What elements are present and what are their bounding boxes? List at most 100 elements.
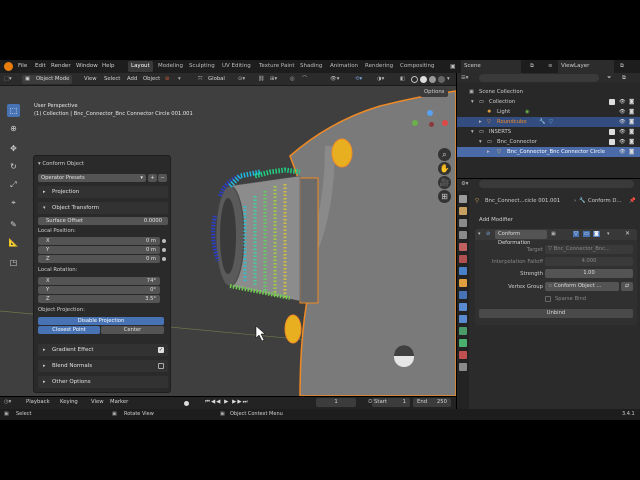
new-collection-icon[interactable]: ⧉	[622, 73, 626, 83]
add-preset-icon[interactable]: +	[148, 174, 157, 182]
render-camera-icon[interactable]: ◙	[629, 147, 634, 157]
outliner-row-scene-collection[interactable]: ▣ Scene Collection	[457, 87, 640, 97]
invert-vertex-group-icon[interactable]: ⇄	[621, 282, 633, 291]
camera-view-icon[interactable]: 🎥	[438, 176, 451, 189]
outliner-search-input[interactable]	[479, 74, 599, 82]
target-field[interactable]: ▽ Bnc_Connector_Bnc...	[545, 245, 633, 254]
world-tab-icon[interactable]	[459, 255, 467, 263]
gizmo-y-axis[interactable]	[412, 120, 418, 126]
conform-addon-icon[interactable]: ⊘	[165, 75, 169, 84]
disclosure-icon[interactable]: ▸	[487, 147, 490, 157]
editor-type-icon[interactable]: ⬚▾	[4, 75, 12, 84]
outliner-row-bnc-circle[interactable]: ▸ ▽ Bnc_Connector_Bnc Connector Circle 0…	[457, 147, 640, 157]
outliner-editor-icon[interactable]: ☰▾	[461, 73, 468, 83]
visibility-eye-icon[interactable]: 👁	[619, 137, 626, 147]
transform-orientation-selector[interactable]: Global	[208, 75, 225, 84]
annotate-icon[interactable]: ✎	[7, 218, 20, 231]
menu-marker[interactable]: Marker	[110, 398, 128, 407]
menu-help[interactable]: Help	[102, 60, 115, 73]
tab-modeling[interactable]: Modeling	[155, 61, 186, 72]
collection-tab-icon[interactable]	[459, 267, 467, 275]
unbind-button[interactable]: Unbind	[479, 309, 633, 318]
xray-icon[interactable]: ◧	[400, 75, 405, 84]
scale-icon[interactable]: ⤢	[7, 178, 20, 191]
render-camera-icon[interactable]: ◙	[629, 97, 634, 107]
new-scene-icon[interactable]: ⧉	[530, 60, 540, 73]
render-camera-icon[interactable]: ◙	[629, 117, 634, 127]
operator-presets-selector[interactable]: Operator Presets ▾	[38, 174, 146, 182]
shading-solid-icon[interactable]	[420, 76, 427, 83]
scene-selector[interactable]: Scene	[461, 60, 521, 73]
pin-icon[interactable]: 📌	[629, 196, 636, 206]
remove-preset-icon[interactable]: −	[158, 174, 167, 182]
object-transform-subpanel[interactable]: ▾ Object Transform	[38, 202, 168, 214]
navigation-gizmo[interactable]	[410, 110, 450, 150]
surface-offset-field[interactable]: Surface Offset 0.0000	[38, 217, 168, 225]
add-modifier-button[interactable]: Add Modifier	[475, 215, 635, 225]
scene-tab-icon[interactable]	[459, 243, 467, 251]
data-tab-icon[interactable]	[459, 339, 467, 347]
constraints-tab-icon[interactable]	[459, 327, 467, 335]
visibility-eye-icon[interactable]: 👁	[619, 127, 626, 137]
modifier-tab-icon[interactable]	[459, 291, 467, 299]
tab-texture-paint[interactable]: Texture Paint	[256, 61, 298, 72]
menu-view[interactable]: View	[91, 398, 104, 407]
gradient-effect-subpanel[interactable]: ▸ Gradient Effect ✓	[38, 344, 168, 356]
outliner-row-collection[interactable]: ▾ ▭ Collection 👁 ◙	[457, 97, 640, 107]
proportional-edit-icon[interactable]: ◎	[290, 75, 295, 84]
timeline-editor-icon[interactable]: ◷▾	[4, 398, 11, 407]
menu-view[interactable]: View	[84, 75, 97, 84]
ortho-toggle-icon[interactable]: ⊞	[438, 190, 451, 203]
menu-add[interactable]: Add	[127, 75, 137, 84]
vertex-group-field[interactable]: ⁙ Conform Object ...	[545, 282, 619, 291]
shading-dropdown-icon[interactable]: ▾	[447, 75, 450, 84]
tab-shading[interactable]: Shading	[297, 61, 325, 72]
disable-projection-button[interactable]: Disable Projection	[38, 317, 164, 325]
menu-file[interactable]: File	[18, 60, 27, 73]
disclosure-icon[interactable]: ▾	[479, 137, 482, 147]
transform-icon[interactable]: ⌖	[7, 196, 20, 209]
move-icon[interactable]: ✥	[7, 142, 20, 155]
outliner-row-light[interactable]: ✹ Light ◉ 👁 ◙	[457, 107, 640, 117]
editmode-icon[interactable]: ▣	[551, 231, 556, 237]
local-rotation-x-field[interactable]: X 74°	[38, 277, 160, 285]
menu-window[interactable]: Window	[76, 60, 98, 73]
falloff-icon[interactable]: ⌒	[302, 75, 307, 84]
collection-checkbox[interactable]	[609, 99, 615, 105]
outliner-row-bnc-connector[interactable]: ▾ ▭ Bnc_Connector 👁 ◙	[457, 137, 640, 147]
render-camera-icon[interactable]: ◙	[629, 107, 634, 117]
end-frame-field[interactable]: End 250	[413, 398, 451, 407]
render-tab-icon[interactable]	[459, 207, 467, 215]
local-position-z-field[interactable]: Z 0 m	[38, 255, 160, 263]
render-camera-icon[interactable]: ◙	[629, 127, 634, 137]
material-tab-icon[interactable]	[459, 351, 467, 359]
outliner-row-inserts[interactable]: ▾ ▭ INSERTS 👁 ◙	[457, 127, 640, 137]
shading-rendered-icon[interactable]	[438, 76, 445, 83]
modifier-header[interactable]: ▾ ⊘ Conform Deformation ▣ ▽ ▭ ◙ ▾ ✕	[475, 229, 637, 246]
menu-keying[interactable]: Keying	[60, 398, 78, 407]
gizmo-x-axis[interactable]	[442, 120, 448, 126]
view-layer-tab-icon[interactable]	[459, 231, 467, 239]
visibility-eye-icon[interactable]: 👁	[619, 107, 626, 117]
visibility-eye-icon[interactable]: 👁	[619, 147, 626, 157]
start-frame-field[interactable]: Start 1	[372, 398, 410, 407]
gizmo-z-axis[interactable]	[427, 110, 433, 116]
visibility-eye-icon[interactable]: 👁	[619, 97, 626, 107]
disclosure-icon[interactable]: ▸	[479, 117, 482, 127]
local-position-y-field[interactable]: Y 0 m	[38, 246, 160, 254]
local-position-x-field[interactable]: X 0 m	[38, 237, 160, 245]
collapse-icon[interactable]: ▾	[38, 161, 41, 167]
add-cube-icon[interactable]: ◳	[7, 256, 20, 269]
other-options-subpanel[interactable]: ▸ Other Options	[38, 376, 168, 388]
visibility-eye-icon[interactable]: 👁	[619, 117, 626, 127]
properties-editor-icon[interactable]: ⚙▾	[461, 179, 468, 189]
viewport-toggle-widget[interactable]	[394, 345, 414, 367]
current-frame-field[interactable]: 1	[316, 398, 356, 407]
measure-icon[interactable]: 📐	[7, 236, 20, 249]
menu-select[interactable]: Select	[104, 75, 120, 84]
cage-icon[interactable]: ▽	[573, 231, 579, 237]
addon-dropdown-icon[interactable]: ▾	[178, 75, 181, 84]
tab-uv-editing[interactable]: UV Editing	[219, 61, 254, 72]
keyframe-dot-icon[interactable]	[162, 257, 166, 261]
gradient-effect-checkbox[interactable]: ✓	[158, 347, 164, 353]
